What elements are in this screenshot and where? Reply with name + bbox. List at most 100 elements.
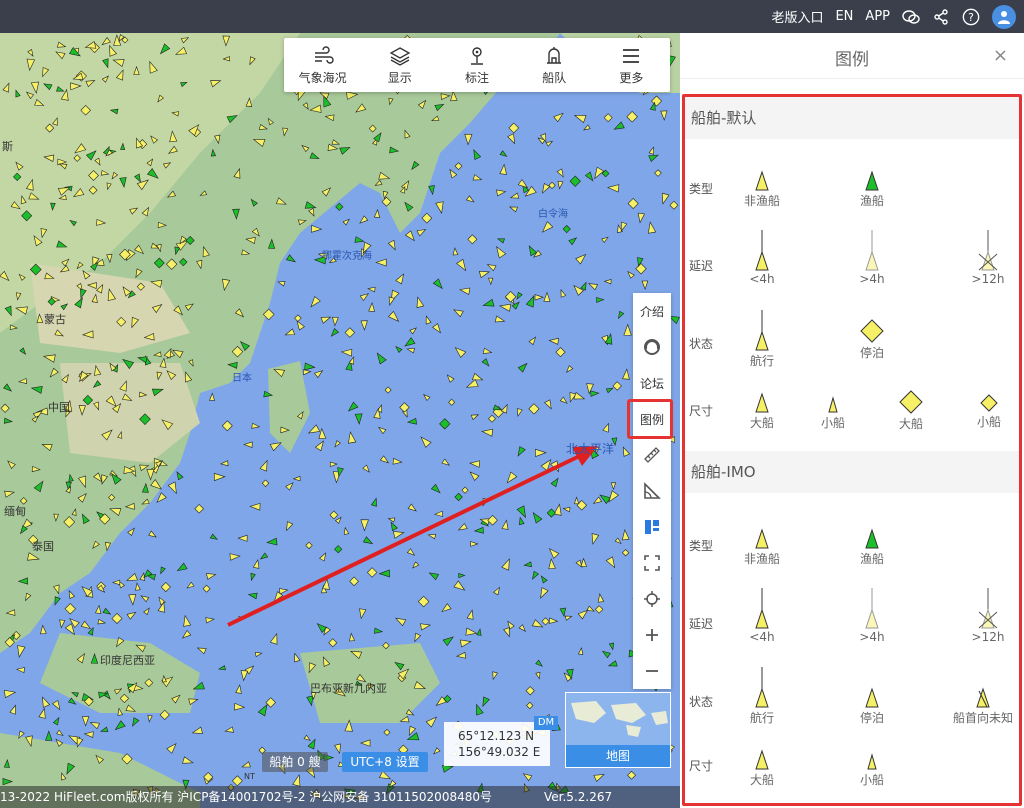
ship-marker[interactable] [601, 649, 611, 659]
ship-marker[interactable] [102, 607, 112, 616]
ship-marker[interactable] [447, 168, 458, 179]
ship-marker[interactable] [80, 620, 92, 631]
ship-marker[interactable] [453, 580, 467, 593]
ship-marker[interactable] [482, 298, 495, 309]
ship-marker[interactable] [56, 729, 65, 737]
ship-marker[interactable] [370, 497, 378, 507]
ship-marker[interactable] [247, 592, 258, 600]
ship-marker[interactable] [540, 221, 554, 235]
user-avatar[interactable] [992, 4, 1016, 29]
ship-marker[interactable] [488, 414, 496, 423]
ship-marker[interactable] [335, 202, 344, 211]
ship-marker[interactable] [435, 201, 446, 215]
ship-marker[interactable] [553, 111, 565, 123]
ship-marker[interactable] [432, 747, 441, 756]
ship-marker[interactable] [81, 716, 90, 727]
ship-marker[interactable] [374, 351, 387, 365]
ship-marker[interactable] [176, 562, 188, 573]
ship-marker[interactable] [548, 558, 556, 570]
ship-marker[interactable] [340, 348, 353, 357]
ship-marker[interactable] [515, 408, 523, 418]
ship-marker[interactable] [15, 645, 26, 658]
ship-marker[interactable] [375, 258, 387, 267]
ship-marker[interactable] [480, 696, 490, 708]
help-icon[interactable]: ? [962, 8, 980, 26]
ship-marker[interactable] [160, 582, 171, 593]
ship-marker[interactable] [95, 604, 102, 614]
ship-marker[interactable] [209, 392, 215, 401]
ship-marker[interactable] [126, 610, 137, 620]
ship-marker[interactable] [430, 483, 442, 495]
ship-marker[interactable] [575, 252, 588, 265]
ship-marker[interactable] [459, 638, 472, 648]
ship-marker[interactable] [379, 455, 390, 465]
ship-marker[interactable] [392, 529, 405, 539]
ship-marker[interactable] [234, 702, 246, 711]
ship-marker[interactable] [362, 464, 371, 474]
ship-marker[interactable] [266, 537, 278, 546]
ship-marker[interactable] [329, 510, 339, 520]
ship-marker[interactable] [607, 660, 618, 669]
ship-marker[interactable] [535, 659, 544, 668]
ship-marker[interactable] [344, 327, 356, 338]
ship-marker[interactable] [518, 624, 527, 633]
ship-marker[interactable] [606, 184, 620, 193]
ship-marker[interactable] [473, 703, 484, 716]
ship-marker[interactable] [38, 707, 48, 719]
ship-marker[interactable] [237, 534, 248, 542]
ship-marker[interactable] [539, 575, 548, 584]
ship-marker[interactable] [404, 230, 416, 243]
ship-marker[interactable] [126, 572, 138, 583]
ship-marker[interactable] [303, 734, 311, 742]
ship-marker[interactable] [468, 470, 480, 482]
ship-marker[interactable] [573, 391, 586, 402]
ship-marker[interactable] [140, 594, 150, 603]
ship-marker[interactable] [362, 536, 374, 547]
ruler-button[interactable] [633, 437, 671, 473]
ship-marker[interactable] [621, 528, 630, 541]
ship-marker[interactable] [669, 200, 679, 210]
ship-marker[interactable] [546, 508, 556, 518]
intro-button[interactable]: 介绍 [633, 293, 671, 329]
ship-marker[interactable] [343, 526, 350, 535]
ship-marker[interactable] [328, 638, 338, 648]
ship-marker[interactable] [229, 553, 241, 561]
ship-marker[interactable] [597, 593, 605, 603]
ship-marker[interactable] [461, 486, 469, 494]
ship-marker[interactable] [159, 566, 166, 575]
ship-marker[interactable] [568, 236, 578, 246]
ship-marker[interactable] [535, 671, 542, 680]
ship-marker[interactable] [496, 189, 507, 197]
ship-marker[interactable] [508, 205, 518, 213]
language-en-link[interactable]: EN [835, 9, 853, 24]
ship-marker[interactable] [52, 699, 63, 711]
ship-marker[interactable] [641, 280, 649, 291]
ship-marker[interactable] [254, 651, 263, 658]
ship-marker[interactable] [647, 221, 657, 234]
ship-marker[interactable] [196, 645, 207, 655]
ship-marker[interactable] [562, 506, 571, 513]
ship-marker[interactable] [52, 716, 61, 726]
ship-marker[interactable] [504, 471, 518, 485]
ship-marker[interactable] [458, 573, 466, 579]
ship-marker[interactable] [591, 166, 605, 180]
ship-marker[interactable] [166, 741, 179, 754]
ship-marker[interactable] [473, 526, 484, 534]
ship-marker[interactable] [243, 441, 253, 449]
ship-marker[interactable] [3, 689, 17, 699]
ship-marker[interactable] [453, 345, 467, 358]
ship-marker[interactable] [399, 402, 410, 413]
ship-marker[interactable] [367, 286, 376, 293]
weather-button[interactable]: 气象海况 [284, 38, 361, 92]
ship-marker[interactable] [440, 603, 452, 614]
ship-marker[interactable] [454, 162, 463, 171]
ship-marker[interactable] [251, 422, 261, 429]
fullscreen-button[interactable] [633, 545, 671, 581]
ship-marker[interactable] [318, 427, 327, 439]
ship-marker[interactable] [550, 477, 560, 488]
ship-marker[interactable] [406, 732, 420, 744]
ship-marker[interactable] [508, 122, 520, 134]
ship-marker[interactable] [261, 479, 270, 487]
ship-marker[interactable] [406, 548, 416, 557]
app-link[interactable]: APP [865, 9, 890, 24]
